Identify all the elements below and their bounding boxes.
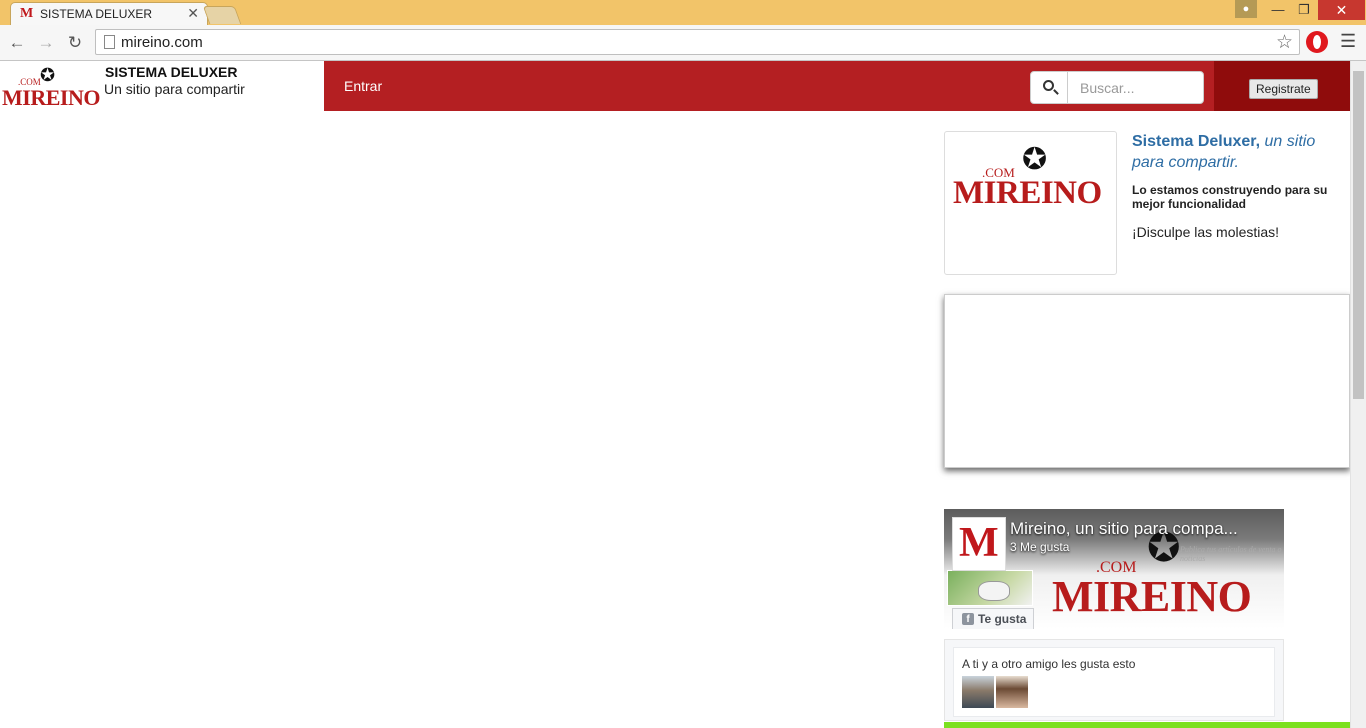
- logo-wordmark: MIREINO: [2, 85, 100, 110]
- page-icon: [104, 35, 115, 49]
- address-bar[interactable]: mireino.com ☆: [95, 29, 1300, 55]
- bird-icon: ✪: [40, 65, 56, 85]
- favicon-icon: M: [20, 6, 34, 21]
- entrar-link[interactable]: Entrar: [344, 78, 382, 94]
- cover-faded-text: Publica tus artículos de venta o noticia…: [1180, 545, 1282, 563]
- promo-subtitle: Lo estamos construyendo para su mejor fu…: [1132, 183, 1328, 211]
- facebook-icon: f: [962, 613, 974, 625]
- browser-toolbar: ← → ↻ mireino.com ☆ ☰: [0, 25, 1366, 61]
- promo-logo-image: .COM MIREINO ✪: [944, 131, 1117, 275]
- opera-extension-icon[interactable]: [1306, 31, 1328, 53]
- promo-logo-wordmark: MIREINO: [953, 175, 1102, 211]
- ad-box: [944, 294, 1350, 468]
- page-scrollbar[interactable]: [1350, 61, 1366, 728]
- facebook-page-widget: ✪ Publica tus artículos de venta o notic…: [944, 509, 1284, 721]
- register-area: Registrate: [1214, 61, 1350, 111]
- site-header: .COM MIREINO ✪ SISTEMA DELUXER Un sitio …: [0, 61, 1350, 111]
- main-navbar: Entrar: [324, 61, 1214, 111]
- facebook-page-avatar[interactable]: M: [952, 517, 1006, 571]
- site-name[interactable]: SISTEMA DELUXER: [105, 64, 238, 80]
- browser-tab[interactable]: M SISTEMA DELUXER ✕: [10, 2, 208, 25]
- scrollbar-thumb[interactable]: [1353, 71, 1364, 399]
- tab-close-icon[interactable]: ✕: [187, 5, 199, 22]
- friends-like-text: A ti y a otro amigo les gusta esto: [962, 657, 1136, 671]
- green-strip: [944, 722, 1350, 728]
- facebook-like-button[interactable]: f Te gusta: [952, 608, 1034, 629]
- facebook-social-context: A ti y a otro amigo les gusta esto: [944, 639, 1284, 721]
- search-button[interactable]: [1030, 71, 1068, 104]
- browser-titlebar: M SISTEMA DELUXER ✕ ● — ❐ ✕: [0, 0, 1366, 25]
- facebook-cover[interactable]: ✪ Publica tus artículos de venta o notic…: [944, 509, 1284, 629]
- bookmark-star-icon[interactable]: ☆: [1276, 31, 1293, 54]
- browser-menu-icon[interactable]: ☰: [1340, 31, 1356, 52]
- search-icon: [1043, 80, 1054, 91]
- avatar-letter: M: [959, 520, 999, 566]
- promo-note: ¡Disculpe las molestias!: [1132, 224, 1280, 240]
- reload-icon[interactable]: ↻: [65, 33, 85, 53]
- promo-title-bold: Sistema Deluxer,: [1132, 133, 1261, 150]
- search-input[interactable]: [1067, 71, 1204, 104]
- bird-icon: ✪: [1022, 143, 1048, 176]
- like-button-label: Te gusta: [978, 612, 1027, 626]
- friend-avatar[interactable]: [996, 676, 1028, 708]
- url-text[interactable]: mireino.com: [121, 34, 203, 51]
- facebook-page-name[interactable]: Mireino, un sitio para compa...: [1010, 519, 1238, 539]
- register-button[interactable]: Registrate: [1249, 79, 1318, 99]
- friend-avatar[interactable]: [962, 676, 994, 708]
- user-profile-icon[interactable]: ●: [1235, 0, 1257, 18]
- promo-title: Sistema Deluxer, un sitio para compartir…: [1132, 131, 1342, 173]
- cover-photo-thumbnail: [947, 570, 1033, 606]
- cover-logo-wordmark: MIREINO: [1052, 572, 1252, 621]
- new-tab-button[interactable]: [202, 6, 242, 24]
- friends-box: A ti y a otro amigo les gusta esto: [953, 647, 1275, 717]
- web-page: .COM MIREINO ✪ SISTEMA DELUXER Un sitio …: [0, 61, 1350, 728]
- minimize-button[interactable]: —: [1264, 0, 1292, 20]
- tab-title: SISTEMA DELUXER: [40, 7, 153, 21]
- restore-button[interactable]: ❐: [1290, 0, 1318, 20]
- facebook-like-count: 3 Me gusta: [1010, 540, 1070, 554]
- forward-arrow-icon[interactable]: →: [36, 33, 56, 53]
- site-tagline: Un sitio para compartir: [104, 81, 245, 97]
- site-logo[interactable]: .COM MIREINO ✪: [2, 65, 100, 110]
- back-arrow-icon[interactable]: ←: [7, 33, 27, 53]
- window-close-button[interactable]: ✕: [1318, 0, 1365, 20]
